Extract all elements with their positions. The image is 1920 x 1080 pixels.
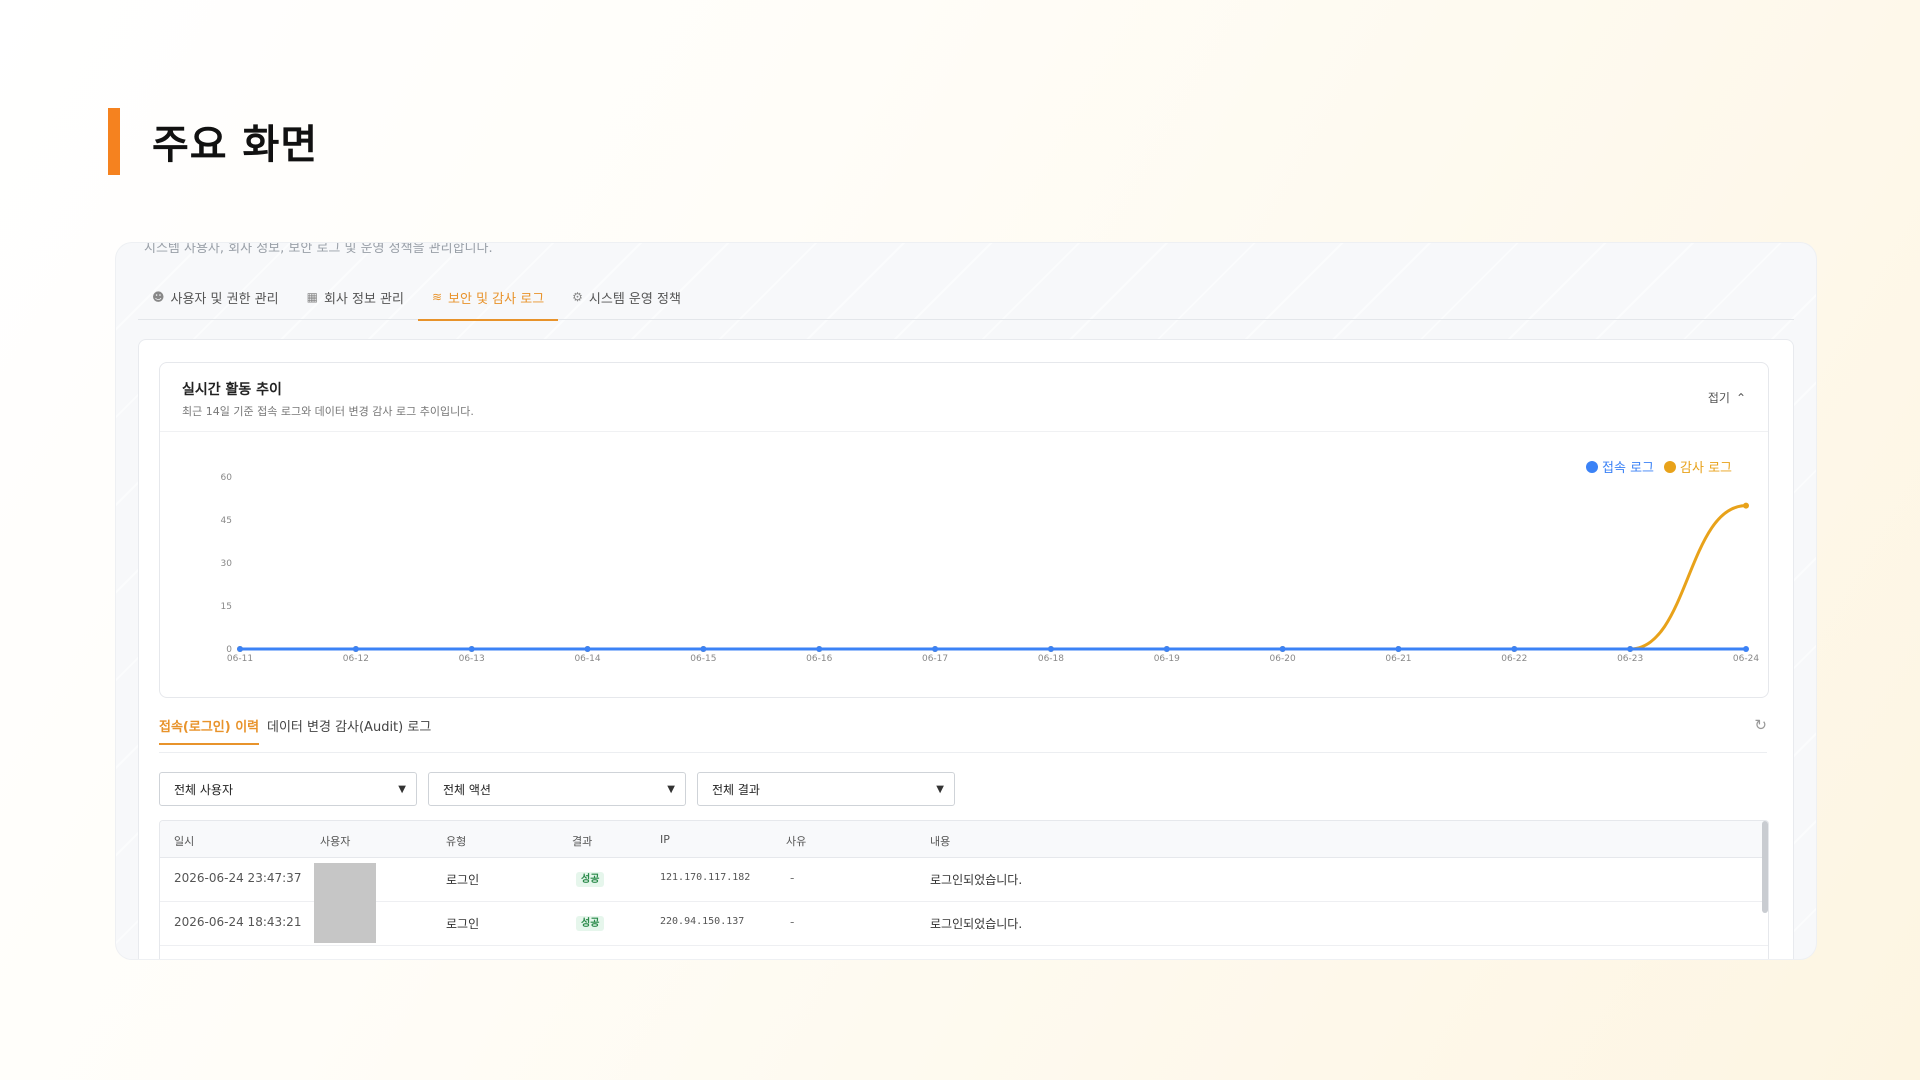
gear-icon: ⚙ (572, 290, 583, 304)
status-badge: 성공 (576, 916, 605, 931)
x-tick-label: 06-11 (227, 654, 253, 664)
column-header: 유형 (446, 835, 467, 848)
activity-line-chart: 01530456006-11 06-12 06-13 06-14 06-15 06-16 0… (221, 473, 1760, 664)
data-point (1743, 646, 1749, 652)
login-history-table: 일시 사용자 유형 결과 IP 사유 내용 2026-06-24 23:47:3… (159, 820, 1769, 959)
x-tick-label: 06-24 (1733, 654, 1759, 664)
table-row[interactable]: 2026-06-24 23:47:37 로그인 성공 121.170.117.1… (160, 857, 1768, 902)
cell-content: 로그인되었습니다. (930, 873, 1023, 887)
cell-datetime: 2026-06-24 23:47:37 (174, 871, 302, 885)
x-tick-label: 06-20 (1270, 654, 1296, 664)
data-point (816, 646, 823, 652)
activity-icon: ≋ (431, 290, 443, 304)
security-log-content: 실시간 활동 추이 최근 14일 기준 접속 로그와 데이터 변경 감사 로그 … (138, 339, 1794, 959)
column-header: 사유 (786, 835, 807, 848)
cell-type: 로그인 (446, 873, 480, 887)
tab-company[interactable]: ▦ 회사 정보 관리 (293, 283, 418, 319)
activity-chart-card: 실시간 활동 추이 최근 14일 기준 접속 로그와 데이터 변경 감사 로그 … (159, 362, 1769, 698)
cell-result: 성공 (576, 870, 605, 887)
x-tick-label: 06-13 (459, 654, 485, 664)
redacted-user-block (314, 863, 376, 943)
x-tick-label: 06-18 (1038, 654, 1064, 664)
user-filter-select[interactable]: 전체 사용자 ▼ (159, 772, 417, 806)
data-point (932, 646, 939, 652)
x-tick-label: 06-14 (574, 654, 600, 664)
subtab-audit-log[interactable]: 데이터 변경 감사(Audit) 로그 (267, 716, 431, 743)
tab-label: 사용자 및 권한 관리 (170, 291, 279, 307)
tab-system-policy[interactable]: ⚙ 시스템 운영 정책 (558, 283, 695, 319)
data-point (700, 646, 707, 652)
chevron-down-icon: ▼ (936, 783, 944, 795)
select-value: 전체 결과 (712, 782, 760, 797)
cell-ip: 121.170.117.182 (660, 872, 751, 883)
column-header: 결과 (572, 835, 593, 848)
log-subtabs: 접속(로그인) 이력 데이터 변경 감사(Audit) 로그 ↻ (159, 716, 1767, 753)
x-tick-label: 06-22 (1501, 654, 1527, 664)
column-header: 내용 (930, 835, 951, 848)
cell-reason: - (790, 915, 795, 929)
main-tabs: ☻ 사용자 및 권한 관리 ▦ 회사 정보 관리 ≋ 보안 및 감사 로그 ⚙ … (138, 283, 1794, 321)
tab-security-logs[interactable]: ≋ 보안 및 감사 로그 (417, 283, 559, 321)
data-point (1395, 646, 1402, 652)
chevron-down-icon: ▼ (398, 783, 406, 795)
cell-result: 성공 (576, 914, 605, 931)
page-title: 주요 화면 (152, 122, 319, 168)
table-scrollbar[interactable] (1762, 821, 1768, 913)
x-tick-label: 06-15 (690, 654, 716, 664)
data-point (1743, 502, 1749, 509)
y-tick-label: 60 (221, 473, 233, 483)
refresh-icon[interactable]: ↻ (1754, 716, 1767, 734)
column-header: 일시 (174, 835, 195, 848)
table-row[interactable]: 2026-06-24 18:43:21 로그인 성공 220.94.150.13… (160, 901, 1768, 946)
cell-ip: 220.94.150.137 (660, 916, 745, 927)
title-accent-bar (108, 108, 120, 175)
tab-users[interactable]: ☻ 사용자 및 권한 관리 (138, 283, 293, 319)
log-filters: 전체 사용자 ▼ 전체 액션 ▼ 전체 결과 ▼ (159, 772, 955, 806)
column-header: IP (660, 833, 670, 846)
column-header: 사용자 (320, 835, 351, 848)
data-point (584, 646, 591, 652)
select-value: 전체 액션 (443, 782, 491, 797)
x-tick-label: 06-19 (1154, 654, 1180, 664)
series-line (239, 504, 1747, 651)
status-badge: 성공 (576, 872, 605, 887)
users-icon: ☻ (152, 290, 165, 304)
select-value: 전체 사용자 (174, 782, 234, 797)
building-icon: ▦ (306, 290, 318, 304)
chevron-down-icon: ▼ (667, 783, 675, 795)
cell-content: 로그인되었습니다. (930, 917, 1023, 931)
data-point (237, 646, 243, 652)
table-header: 일시 사용자 유형 결과 IP 사유 내용 (160, 821, 1768, 858)
x-tick-label: 06-16 (806, 654, 832, 664)
data-point (468, 646, 475, 652)
x-tick-label: 06-23 (1617, 654, 1643, 664)
y-tick-label: 45 (221, 516, 232, 526)
subtab-login-history[interactable]: 접속(로그인) 이력 (159, 716, 260, 745)
action-filter-select[interactable]: 전체 액션 ▼ (428, 772, 686, 806)
tab-label: 회사 정보 관리 (323, 291, 404, 307)
result-filter-select[interactable]: 전체 결과 ▼ (697, 772, 955, 806)
y-tick-label: 15 (221, 602, 232, 612)
data-point (1511, 646, 1518, 652)
data-point (352, 646, 359, 652)
cell-reason: - (790, 871, 795, 885)
x-tick-label: 06-17 (922, 654, 948, 664)
x-tick-label: 06-12 (343, 654, 369, 664)
tab-label: 보안 및 감사 로그 (448, 291, 545, 307)
cell-type: 로그인 (446, 917, 480, 931)
data-point (1163, 646, 1170, 652)
data-point (1047, 646, 1054, 652)
panel-description: 시스템 사용자, 회사 정보, 보안 로그 및 운영 정책을 관리합니다. (144, 243, 493, 256)
tab-label: 시스템 운영 정책 (588, 291, 681, 307)
data-point (1279, 646, 1286, 652)
data-point (1627, 646, 1634, 652)
y-tick-label: 30 (221, 559, 233, 569)
cell-datetime: 2026-06-24 18:43:21 (174, 915, 302, 929)
x-tick-label: 06-21 (1385, 654, 1411, 664)
app-screenshot-panel: 시스템 사용자, 회사 정보, 보안 로그 및 운영 정책을 관리합니다. ☻ … (116, 243, 1816, 959)
